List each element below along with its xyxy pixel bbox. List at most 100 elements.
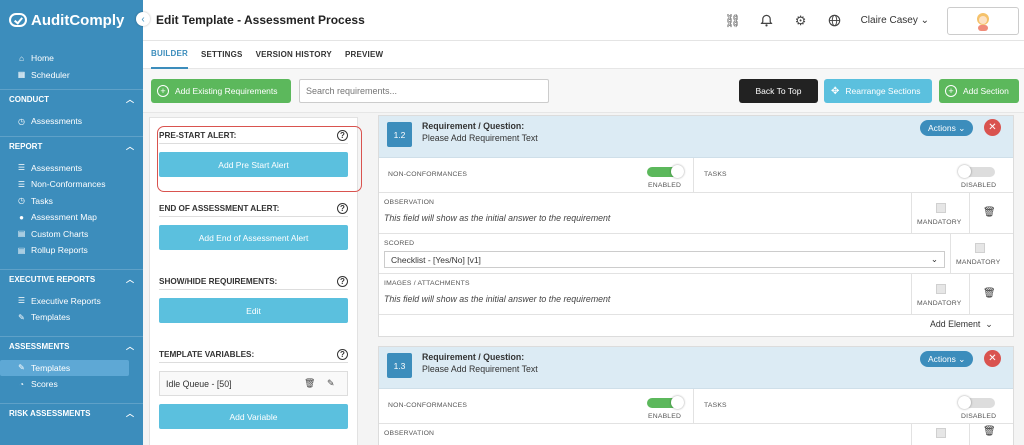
chevron-up-icon: ︿ <box>126 274 134 284</box>
show-hide-section: SHOW/HIDE REQUIREMENTS:? Edit <box>159 274 348 323</box>
requirement-number: 1.3 <box>387 353 412 378</box>
highlight-outline <box>157 126 362 192</box>
sidebar-item-templates[interactable]: ✎ Templates <box>0 359 129 376</box>
sidebar-item-scores[interactable]: ◔ Scores <box>0 376 143 393</box>
sidebar-item-conduct-assessments[interactable]: ◷ Assessments <box>0 113 143 130</box>
settings-row: NON-CONFORMANCES ENABLED TASKS DISABLED <box>379 158 1013 193</box>
requirement-text[interactable]: Please Add Requirement Text <box>422 363 538 375</box>
template-options-panel: PRE-START ALERT:? Add Pre Start Alert EN… <box>149 117 362 445</box>
sidebar-item-assessment-map[interactable]: ● Assessment Map <box>0 209 143 226</box>
sidebar-collapse-button[interactable]: ‹ <box>136 12 150 26</box>
tasks-toggle[interactable] <box>958 165 995 178</box>
gear-icon[interactable]: ⚙ <box>793 13 809 29</box>
list-icon: ☰ <box>17 179 26 189</box>
app-logo[interactable]: AuditComply <box>0 0 143 40</box>
mandatory-checkbox[interactable] <box>936 428 946 438</box>
chevron-up-icon: ︿ <box>126 408 134 418</box>
actions-dropdown[interactable]: Actions ⌄ <box>920 351 974 367</box>
search-requirements-input[interactable] <box>299 79 549 103</box>
observation-label: OBSERVATION <box>384 430 435 437</box>
sidebar-item-executive-reports[interactable]: ☰ Executive Reports <box>0 293 143 310</box>
list-icon: ☰ <box>17 296 26 306</box>
delete-requirement-button[interactable]: ✕ <box>984 350 1001 367</box>
requirement-card: 1.2 Requirement / Question: Please Add R… <box>378 115 1014 337</box>
chevron-down-icon: ⌄ <box>930 254 938 264</box>
sidebar-item-tasks[interactable]: ◷ Tasks <box>0 193 143 210</box>
non-conformances-label: NON-CONFORMANCES <box>388 402 468 409</box>
sidebar-item-report-assessments[interactable]: ☰ Assessments <box>0 160 143 177</box>
home-icon: ⌂ <box>19 53 24 63</box>
user-menu[interactable]: Claire Casey ⌄ <box>861 15 929 26</box>
non-conformances-toggle[interactable] <box>647 165 684 178</box>
add-section-button[interactable]: + Add Section <box>939 79 1019 103</box>
tasks-toggle[interactable] <box>958 396 995 409</box>
sidebar-section-executive-reports[interactable]: EXECUTIVE REPORTS ︿ <box>0 268 143 289</box>
sidebar-section-risk-assessments[interactable]: RISK ASSESSMENTS ︿ <box>0 402 143 423</box>
add-existing-requirements-button[interactable]: + Add Existing Requirements <box>151 79 291 103</box>
non-conformances-toggle[interactable] <box>647 396 684 409</box>
actions-dropdown[interactable]: Actions ⌄ <box>920 120 974 136</box>
chevron-down-icon: ⌄ <box>920 15 929 26</box>
globe-icon[interactable] <box>827 13 843 29</box>
sidebar-section-conduct[interactable]: CONDUCT ︿ <box>0 89 143 109</box>
sidebar-item-custom-charts[interactable]: ▤ Custom Charts <box>0 226 143 243</box>
sidebar-section-assessments[interactable]: ASSESSMENTS ︿ <box>0 335 143 356</box>
mandatory-label: MANDATORY <box>917 219 962 226</box>
sidebar-item-non-conformances[interactable]: ☰ Non-Conformances <box>0 176 143 193</box>
avatar[interactable] <box>947 6 1019 35</box>
trash-icon[interactable]: 🗑 <box>983 207 996 218</box>
close-icon: ✕ <box>988 353 997 364</box>
tab-builder[interactable]: BUILDER <box>151 41 188 69</box>
delete-requirement-button[interactable]: ✕ <box>984 119 1001 136</box>
list-icon: ☰ <box>17 163 26 173</box>
tab-preview[interactable]: PREVIEW <box>345 41 383 69</box>
images-hint: This field will show as the initial answ… <box>384 294 611 304</box>
observation-label: OBSERVATION <box>384 199 435 206</box>
edit-icon: ✎ <box>18 312 25 322</box>
scored-select[interactable]: Checklist - [Yes/No] [v1] ⌄ <box>384 251 945 268</box>
link-icon[interactable]: ⛓ <box>724 13 741 29</box>
edit-icon: ✎ <box>18 363 25 373</box>
sidebar-section-report[interactable]: REPORT ︿ <box>0 135 143 156</box>
logo-check-icon <box>9 13 27 27</box>
trash-icon[interactable]: 🗑 <box>983 288 996 299</box>
add-variable-button[interactable]: Add Variable <box>159 404 348 429</box>
mandatory-label: MANDATORY <box>956 259 1001 266</box>
tab-settings[interactable]: SETTINGS <box>201 41 243 69</box>
sidebar-item-exec-templates[interactable]: ✎ Templates <box>0 309 143 326</box>
app-name: AuditComply <box>31 11 125 29</box>
bell-icon[interactable] <box>759 13 775 29</box>
template-variables-label: TEMPLATE VARIABLES: <box>159 350 255 359</box>
chevron-up-icon: ︿ <box>126 141 134 151</box>
calendar-icon: ▦ <box>17 70 26 80</box>
requirement-text[interactable]: Please Add Requirement Text <box>422 132 538 144</box>
help-icon[interactable]: ? <box>337 203 348 214</box>
back-to-top-button[interactable]: Back To Top <box>739 79 818 103</box>
builder-content: PRE-START ALERT:? Add Pre Start Alert EN… <box>143 113 1024 445</box>
add-end-alert-button[interactable]: Add End of Assessment Alert <box>159 225 348 250</box>
edit-show-hide-button[interactable]: Edit <box>159 298 348 323</box>
trash-icon[interactable]: 🗑 <box>304 378 315 389</box>
help-icon[interactable]: ? <box>337 276 348 287</box>
help-icon[interactable]: ? <box>337 349 348 360</box>
move-arrows-icon: ✥ <box>831 85 840 97</box>
sidebar-item-home[interactable]: ⌂ Home <box>0 50 143 67</box>
pencil-icon[interactable]: ✎ <box>327 378 335 389</box>
scored-label: SCORED <box>384 240 415 247</box>
mandatory-checkbox[interactable] <box>936 284 946 294</box>
chevron-down-icon: ⌄ <box>985 319 993 329</box>
observation-row: OBSERVATION 🗑 <box>379 424 1013 445</box>
tab-version-history[interactable]: VERSION HISTORY <box>256 41 332 69</box>
mandatory-checkbox[interactable] <box>975 243 985 253</box>
sidebar-item-scheduler[interactable]: ▦ Scheduler <box>0 67 143 84</box>
map-pin-icon: ● <box>19 212 24 222</box>
nc-state-label: ENABLED <box>648 413 682 420</box>
mandatory-checkbox[interactable] <box>936 203 946 213</box>
trash-icon[interactable]: 🗑 <box>983 426 996 437</box>
sidebar-item-rollup-reports[interactable]: ▤ Rollup Reports <box>0 242 143 259</box>
close-icon: ✕ <box>988 122 997 133</box>
rearrange-sections-button[interactable]: ✥ Rearrange Sections <box>824 79 932 103</box>
images-label: IMAGES / ATTACHMENTS <box>384 280 470 287</box>
end-alert-section: END OF ASSESSMENT ALERT:? Add End of Ass… <box>159 201 348 250</box>
add-element-dropdown[interactable]: Add Element ⌄ <box>930 319 993 330</box>
